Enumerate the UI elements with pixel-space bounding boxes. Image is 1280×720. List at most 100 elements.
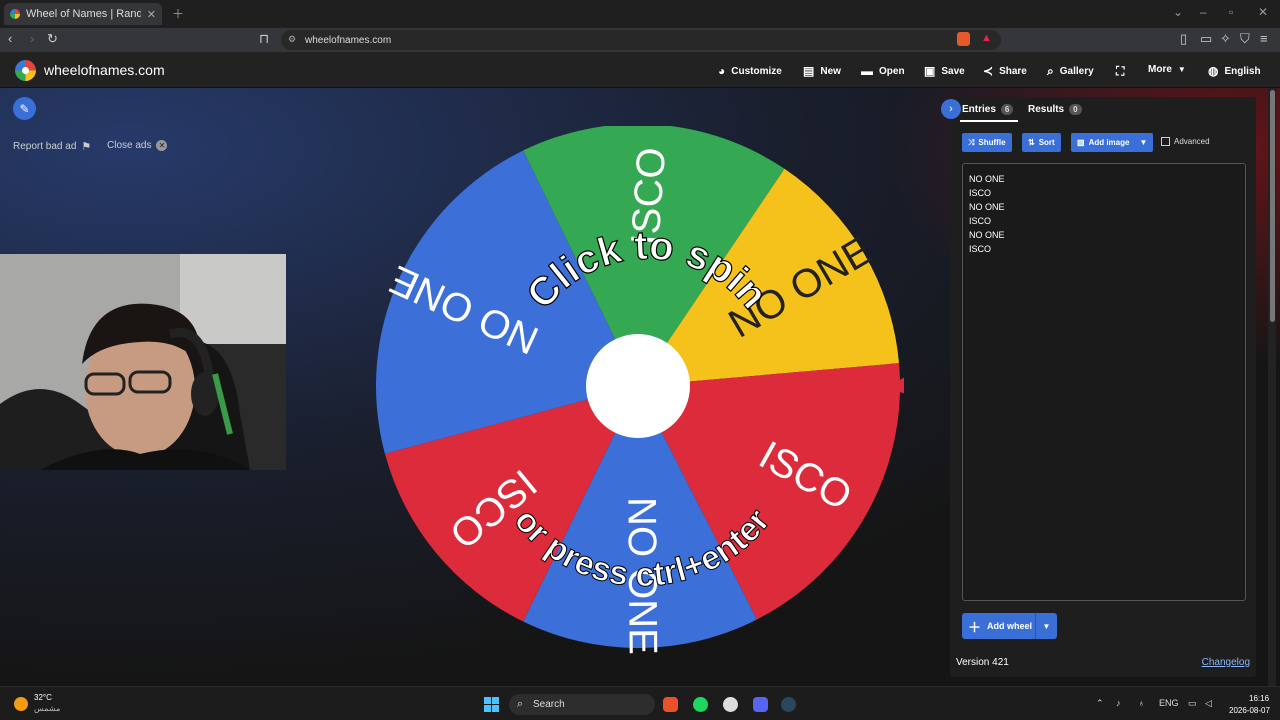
pencil-icon: ✎ (19, 101, 30, 116)
checkbox-box[interactable] (1161, 137, 1170, 146)
taskbar-search-label: Search (533, 699, 565, 710)
wheel-center-cap[interactable] (586, 334, 690, 438)
shuffle-button[interactable]: ⤨ Shuffle (962, 133, 1012, 152)
entries-textarea[interactable]: NO ONE ISCO NO ONE ISCO NO ONE ISCO (962, 163, 1246, 601)
spotify-app-icon[interactable] (693, 697, 708, 712)
back-icon[interactable]: ‹ (8, 31, 12, 46)
maximize-icon[interactable]: ▫ (1229, 5, 1233, 19)
browser-tab[interactable]: Wheel of Names | Random name picker ✕ (4, 3, 162, 25)
more-label: More (1148, 64, 1172, 75)
add-wheel-dropdown-icon[interactable]: ▼ (1035, 613, 1057, 639)
taskbar-search[interactable]: ⌕ Search (509, 694, 655, 715)
clock-date[interactable]: 2026-08-07 (1229, 706, 1270, 715)
scrollbar-thumb[interactable] (1270, 90, 1275, 322)
results-count-badge: 0 (1069, 104, 1082, 115)
image-icon: ▨ (1077, 138, 1085, 147)
entry-line[interactable]: ISCO (969, 242, 1239, 256)
open-button[interactable]: ▬ Open (861, 64, 905, 78)
minimize-icon[interactable]: – (1200, 5, 1207, 19)
wallet-icon[interactable]: ▭ (1200, 31, 1212, 47)
report-ad-link[interactable]: Report bad ad ⚑ (13, 140, 91, 153)
hide-panel-button[interactable]: › (941, 99, 961, 119)
new-label: New (820, 65, 841, 77)
close-window-icon[interactable]: ✕ (1258, 5, 1268, 19)
language-label: English (1224, 65, 1261, 77)
vpn-icon[interactable]: ⛉ (1240, 31, 1250, 47)
customize-button[interactable]: ◕ Customize (718, 64, 782, 78)
tab-entries[interactable]: Entries 6 (962, 104, 1014, 115)
webcam-person-image (0, 254, 286, 470)
tray-overflow-icon[interactable]: ⌃ (1096, 698, 1104, 709)
steam-app-icon[interactable] (781, 697, 796, 712)
sort-button[interactable]: ⇅ Sort (1022, 133, 1061, 152)
site-info-icon[interactable]: ⚙ (288, 34, 296, 45)
site-name[interactable]: wheelofnames.com (44, 62, 165, 78)
speaker-icon[interactable]: ♪ (1116, 698, 1121, 708)
language-button[interactable]: ◍ English (1208, 64, 1261, 78)
forward-icon[interactable]: › (30, 31, 34, 46)
chrome-app-icon[interactable] (723, 697, 738, 712)
entry-line[interactable]: ISCO (969, 214, 1239, 228)
wheel-logo-icon[interactable] (15, 60, 36, 81)
new-tab-icon[interactable]: ＋ (172, 5, 184, 22)
fullscreen-button[interactable]: ⛶ (1116, 64, 1124, 79)
add-image-label: Add image (1088, 138, 1130, 147)
entry-line[interactable]: NO ONE (969, 228, 1239, 242)
close-circle-icon: ✕ (156, 140, 168, 151)
entry-line[interactable]: ISCO (969, 186, 1239, 200)
active-tab-indicator (960, 120, 1018, 122)
volume-icon[interactable]: ◁ (1205, 698, 1212, 709)
browser-menu-icon[interactable]: ≡ (1260, 31, 1268, 46)
sun-icon[interactable] (14, 697, 28, 711)
add-wheel-button[interactable]: ＋ Add wheel ▼ (962, 613, 1057, 639)
entries-panel: Entries 6 Results 0 ⤨ Shuffle ⇅ Sort ▨ Add … (950, 97, 1256, 677)
page-scrollbar[interactable] (1268, 88, 1276, 686)
new-button[interactable]: ▤ New (803, 64, 841, 78)
share-label: Share (999, 65, 1027, 77)
entry-line[interactable]: NO ONE (969, 172, 1239, 186)
plus-icon: ＋ (968, 619, 982, 635)
tab-results-label: Results (1028, 104, 1065, 115)
sort-label: Sort (1038, 138, 1055, 147)
browser-tab-bar: Wheel of Names | Random name picker ✕ ＋ … (0, 0, 1280, 28)
sidebar-icon[interactable]: ▯ (1180, 31, 1187, 47)
changelog-link[interactable]: Changelog (1202, 657, 1250, 668)
tab-list-icon[interactable]: ⌄ (1173, 5, 1183, 19)
save-label: Save (941, 65, 965, 77)
add-image-button[interactable]: ▨ Add image ▼ (1071, 133, 1154, 152)
edit-title-button[interactable]: ✎ (13, 97, 36, 120)
tab-results[interactable]: Results 0 (1028, 104, 1082, 115)
add-wheel-label: Add wheel (987, 621, 1033, 631)
reload-icon[interactable]: ↻ (47, 31, 58, 47)
input-language[interactable]: ENG (1159, 698, 1179, 708)
advanced-checkbox[interactable]: Advanced (1161, 137, 1210, 146)
close-ads-link[interactable]: Close ads ✕ (107, 140, 168, 151)
address-bar[interactable]: ⚙ wheelofnames.com (281, 30, 1001, 50)
share-button[interactable]: ≺ Share (983, 64, 1027, 78)
bookmark-icon[interactable]: ⊓ (259, 31, 269, 47)
microphone-icon[interactable]: ♁ (1138, 698, 1145, 708)
gallery-button[interactable]: ⌕ Gallery (1047, 64, 1094, 79)
windows-start-icon[interactable] (484, 697, 499, 712)
spin-wheel[interactable]: ISCONO ONEISCONO ONEISCONO ONE Click to … (372, 123, 924, 658)
entry-line[interactable]: NO ONE (969, 200, 1239, 214)
more-button[interactable]: More ▼ (1148, 64, 1186, 75)
brave-shield-icon[interactable] (957, 32, 970, 46)
shuffle-icon: ⤨ (968, 137, 975, 147)
weather-temperature[interactable]: 32°C (34, 693, 52, 702)
rewards-icon[interactable]: ▲ (981, 32, 992, 44)
open-label: Open (879, 65, 905, 77)
share-icon: ≺ (983, 64, 994, 78)
clock-time[interactable]: 16:16 (1249, 694, 1269, 703)
brave-app-icon[interactable] (663, 697, 678, 712)
discord-app-icon[interactable] (753, 697, 768, 712)
report-ad-label: Report bad ad (13, 141, 77, 152)
gallery-label: Gallery (1059, 66, 1094, 77)
close-ads-label: Close ads (107, 140, 152, 151)
save-button[interactable]: ▣ Save (924, 64, 965, 78)
weather-description[interactable]: مشمس (34, 704, 60, 713)
close-tab-icon[interactable]: ✕ (147, 8, 156, 21)
leo-ai-icon[interactable]: ✧ (1220, 31, 1231, 47)
network-icon[interactable]: ▭ (1188, 698, 1197, 709)
wheel-container[interactable]: ISCO NO ONE ISCO NO ONE ISCO NO ONE Click to … (372, 123, 924, 658)
